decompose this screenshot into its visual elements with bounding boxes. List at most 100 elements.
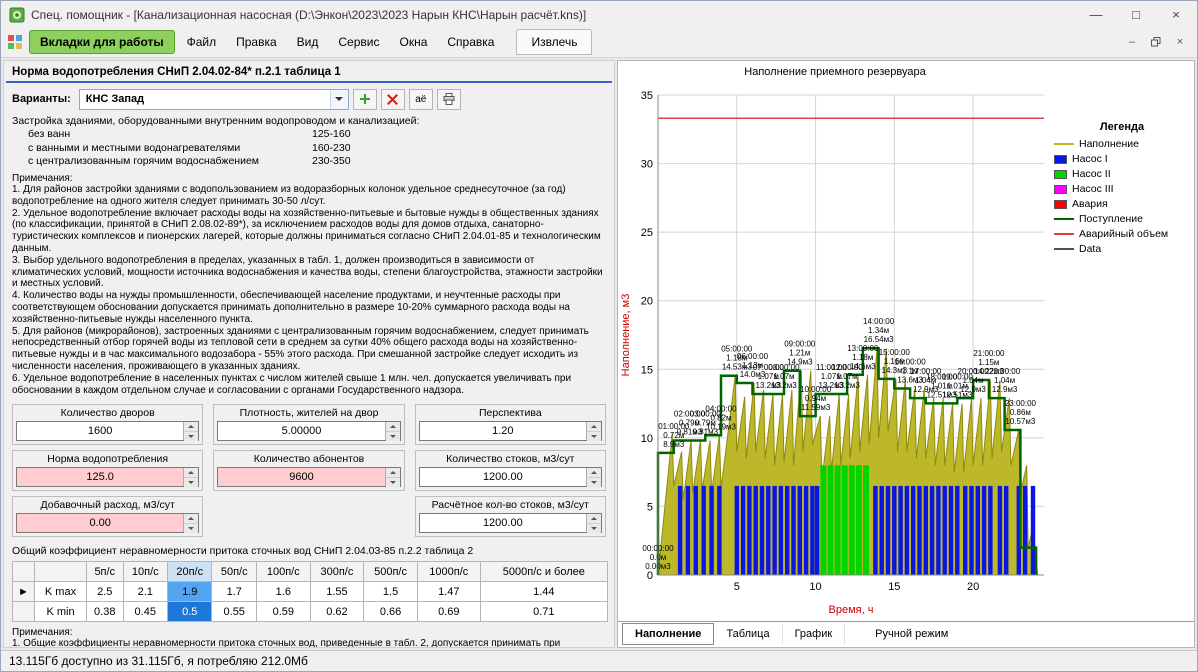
mdi-close-button[interactable]: × — [1169, 32, 1191, 52]
field-spinner[interactable] — [586, 422, 601, 440]
field-value: 125.0 — [17, 468, 183, 486]
building-row: с централизованным горячим водоснабжение… — [12, 155, 606, 169]
field-spinner[interactable] — [183, 422, 198, 440]
chart-row: 05101520253035510152000:00:000.0м0.00м30… — [618, 81, 1194, 621]
table-col-header[interactable]: 20п/с — [168, 562, 212, 582]
variant-select[interactable]: КНС Запад — [79, 89, 349, 110]
maximize-button[interactable]: □ — [1119, 3, 1153, 27]
table-col-header[interactable]: 50п/с — [212, 562, 256, 582]
table-cell[interactable]: 0.38 — [87, 602, 124, 622]
legend-label: Насос III — [1072, 183, 1114, 195]
table-cell[interactable]: 1.55 — [310, 582, 364, 602]
spin-down-button[interactable] — [587, 524, 601, 533]
field-input[interactable]: 1.20 — [419, 421, 602, 441]
legend-item: Насос II — [1054, 167, 1190, 182]
table-cell[interactable]: 0.66 — [364, 602, 418, 622]
print-variant-button[interactable] — [437, 89, 461, 110]
table-col-header[interactable]: 100п/с — [256, 562, 310, 582]
add-variant-button[interactable] — [353, 89, 377, 110]
svg-text:13:00:00: 13:00:00 — [847, 343, 879, 352]
spin-down-button[interactable] — [386, 432, 400, 441]
spin-down-button[interactable] — [184, 478, 198, 487]
field-input[interactable]: 0.00 — [16, 513, 199, 533]
spin-down-button[interactable] — [184, 524, 198, 533]
table-cell[interactable]: 2.5 — [87, 582, 124, 602]
table-col-header[interactable]: 1000п/с — [417, 562, 480, 582]
table-cell[interactable]: 0.45 — [123, 602, 167, 622]
spin-up-button[interactable] — [587, 422, 601, 432]
table-cell[interactable]: 0.5 — [168, 602, 212, 622]
spin-up-button[interactable] — [184, 468, 198, 478]
table-col-header[interactable]: 300п/с — [310, 562, 364, 582]
legend-swatch-icon — [1054, 200, 1067, 209]
table-col-header[interactable]: 5000п/с и более — [480, 562, 607, 582]
field-input[interactable]: 1600 — [16, 421, 199, 441]
table-cell[interactable]: 1.47 — [417, 582, 480, 602]
mdi-restore-button[interactable] — [1145, 32, 1167, 52]
combo-dropdown-button[interactable] — [330, 90, 348, 109]
table-cell[interactable]: 1.9 — [168, 582, 212, 602]
reservoir-chart[interactable]: 05101520253035510152000:00:000.0м0.00м30… — [618, 81, 1052, 621]
tab-extract[interactable]: Извлечь — [516, 29, 592, 55]
field-spinner[interactable] — [586, 514, 601, 532]
rename-variant-button[interactable]: aё — [409, 89, 433, 110]
row-label: K max — [35, 582, 87, 602]
table-cell[interactable]: 1.5 — [364, 582, 418, 602]
table-cell[interactable]: 1.7 — [212, 582, 256, 602]
svg-text:14:00:00: 14:00:00 — [863, 317, 895, 326]
spin-down-button[interactable] — [184, 432, 198, 441]
table-cell[interactable]: 0.55 — [212, 602, 256, 622]
table-col-header[interactable]: 5п/с — [87, 562, 124, 582]
chart-tab-1[interactable]: Наполнение — [622, 623, 714, 645]
arrow-up-icon — [188, 468, 194, 474]
close-button[interactable]: × — [1159, 3, 1193, 27]
spin-down-button[interactable] — [386, 478, 400, 487]
field-spinner[interactable] — [385, 422, 400, 440]
chart-tab-3[interactable]: График — [783, 624, 846, 644]
spin-up-button[interactable] — [184, 422, 198, 432]
spin-up-button[interactable] — [587, 514, 601, 524]
chart-tab-4[interactable]: Ручной режим — [863, 624, 960, 644]
menu-item-5[interactable]: Окна — [389, 30, 437, 54]
table-cell[interactable]: 0.59 — [256, 602, 310, 622]
menu-item-4[interactable]: Сервис — [328, 30, 389, 54]
legend-label: Насос II — [1072, 168, 1111, 180]
table-cell[interactable]: 2.1 — [123, 582, 167, 602]
svg-text:11.59м3: 11.59м3 — [801, 403, 831, 412]
field-spinner[interactable] — [183, 514, 198, 532]
table-cell[interactable]: 0.69 — [417, 602, 480, 622]
table-cell[interactable]: 0.71 — [480, 602, 607, 622]
spin-down-button[interactable] — [587, 478, 601, 487]
field-spinner[interactable] — [183, 468, 198, 486]
menu-item-6[interactable]: Справка — [437, 30, 504, 54]
field-input[interactable]: 125.0 — [16, 467, 199, 487]
field-spinner[interactable] — [385, 468, 400, 486]
mdi-minimize-button[interactable]: – — [1121, 32, 1143, 52]
table-col-header[interactable]: 10п/с — [123, 562, 167, 582]
arrow-up-icon — [390, 422, 396, 428]
field-spacer — [213, 496, 404, 537]
table-cell[interactable]: 0.62 — [310, 602, 364, 622]
menu-item-3[interactable]: Вид — [287, 30, 329, 54]
menu-item-1[interactable]: Файл — [177, 30, 227, 54]
spin-up-button[interactable] — [386, 468, 400, 478]
table-col-header[interactable]: 500п/с — [364, 562, 418, 582]
spin-down-button[interactable] — [587, 432, 601, 441]
work-tabs-button[interactable]: Вкладки для работы — [29, 30, 175, 54]
field-input[interactable]: 9600 — [217, 467, 400, 487]
table-cell[interactable]: 1.6 — [256, 582, 310, 602]
field-spinner[interactable] — [586, 468, 601, 486]
minimize-button[interactable]: — — [1079, 3, 1113, 27]
menu-bar: Вкладки для работы ФайлПравкаВидСервисОк… — [1, 28, 1197, 57]
menu-item-2[interactable]: Правка — [226, 30, 287, 54]
spin-up-button[interactable] — [184, 514, 198, 524]
field-input[interactable]: 5.00000 — [217, 421, 400, 441]
table-cell[interactable]: 1.44 — [480, 582, 607, 602]
field-input[interactable]: 1200.00 — [419, 513, 602, 533]
delete-variant-button[interactable] — [381, 89, 405, 110]
field-input[interactable]: 1200.00 — [419, 467, 602, 487]
spin-up-button[interactable] — [386, 422, 400, 432]
note-item: 4. Количество воды на нужды промышленнос… — [12, 290, 606, 325]
chart-tab-2[interactable]: Таблица — [714, 624, 782, 644]
spin-up-button[interactable] — [587, 468, 601, 478]
